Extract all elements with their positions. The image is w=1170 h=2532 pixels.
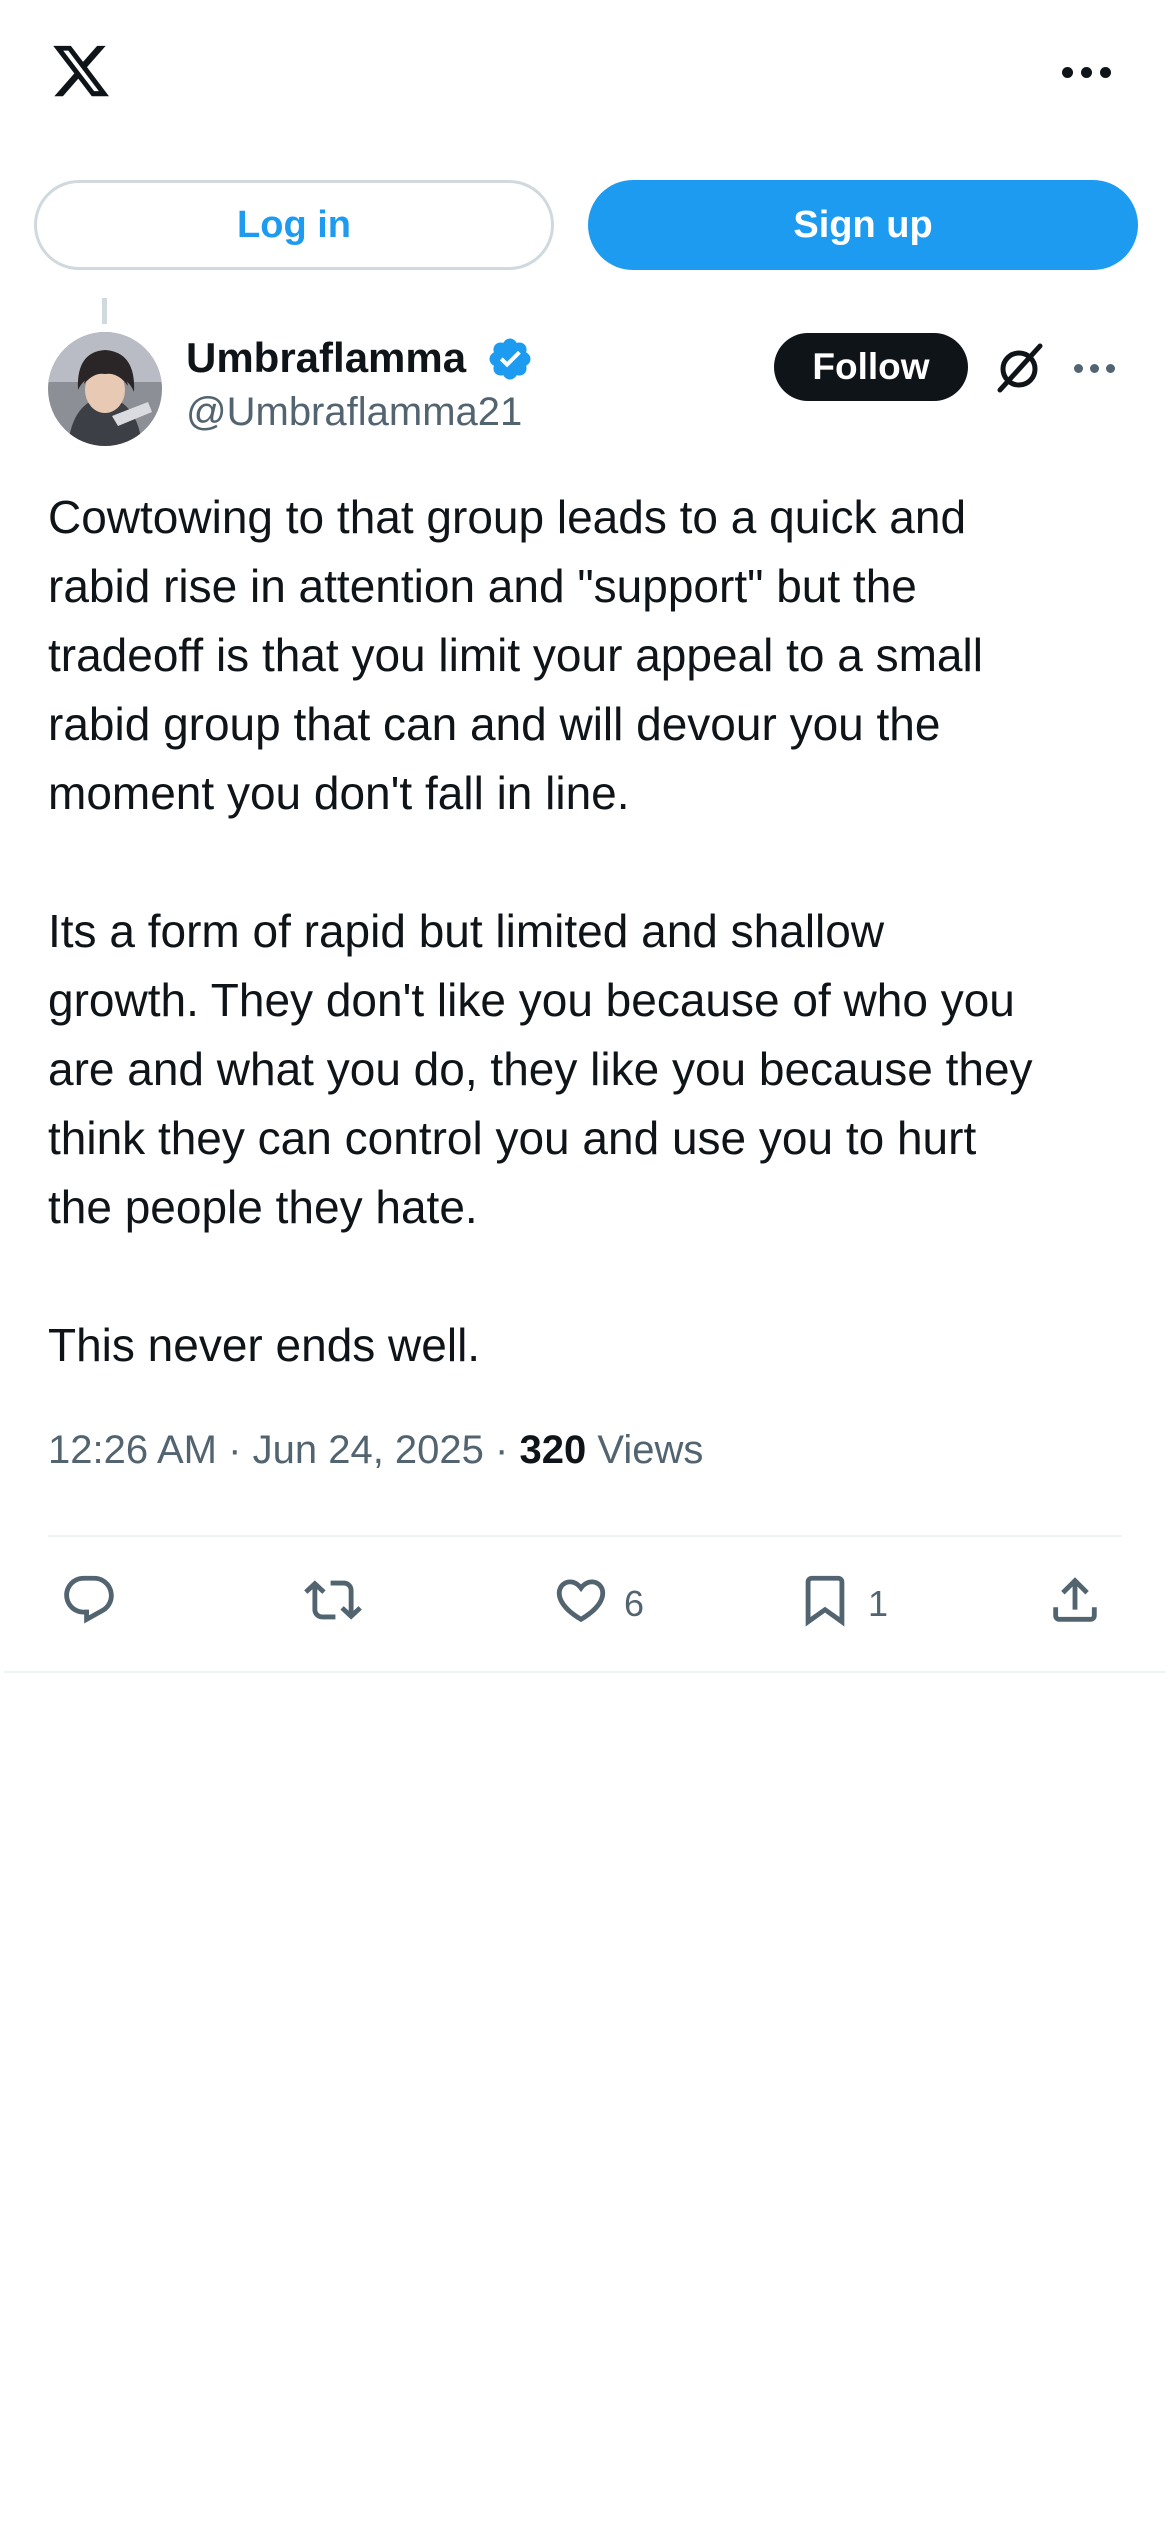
author-display-name[interactable]: Umbraflamma <box>186 334 466 382</box>
bookmark-button[interactable]: 1 <box>796 1572 888 1636</box>
grok-icon[interactable] <box>990 338 1048 396</box>
reply-button[interactable] <box>60 1572 118 1636</box>
x-logo-icon[interactable] <box>48 40 114 102</box>
verified-badge-icon <box>486 335 534 383</box>
meta-separator: · <box>495 1428 509 1472</box>
author-handle[interactable]: @Umbraflamma21 <box>186 390 522 435</box>
avatar[interactable] <box>48 332 162 446</box>
follow-button[interactable]: Follow <box>774 333 968 401</box>
login-button[interactable]: Log in <box>34 180 554 270</box>
divider <box>48 1535 1122 1537</box>
bookmark-icon <box>796 1571 854 1638</box>
bookmark-count: 1 <box>868 1583 889 1624</box>
share-icon <box>1046 1571 1104 1638</box>
post-meta: 12:26 AM · Jun 24, 2025 · 320 Views <box>48 1428 703 1473</box>
heart-icon <box>552 1571 610 1638</box>
views-label: Views <box>597 1428 704 1472</box>
share-button[interactable] <box>1046 1572 1104 1636</box>
like-count: 6 <box>624 1583 645 1624</box>
post-date[interactable]: Jun 24, 2025 <box>253 1428 484 1472</box>
meta-separator: · <box>228 1428 242 1472</box>
signup-button[interactable]: Sign up <box>588 180 1138 270</box>
views-count: 320 <box>519 1428 587 1472</box>
divider <box>4 1671 1166 1673</box>
more-horizontal-icon[interactable] <box>1060 58 1112 86</box>
thread-line <box>102 298 107 324</box>
repost-icon <box>304 1571 362 1638</box>
post-text: Cowtowing to that group leads to a quick… <box>48 491 1033 1371</box>
post-time[interactable]: 12:26 AM <box>48 1428 217 1472</box>
repost-button[interactable] <box>304 1572 362 1636</box>
post-more-icon[interactable] <box>1074 360 1118 376</box>
reply-icon <box>60 1571 118 1638</box>
like-button[interactable]: 6 <box>552 1572 644 1636</box>
